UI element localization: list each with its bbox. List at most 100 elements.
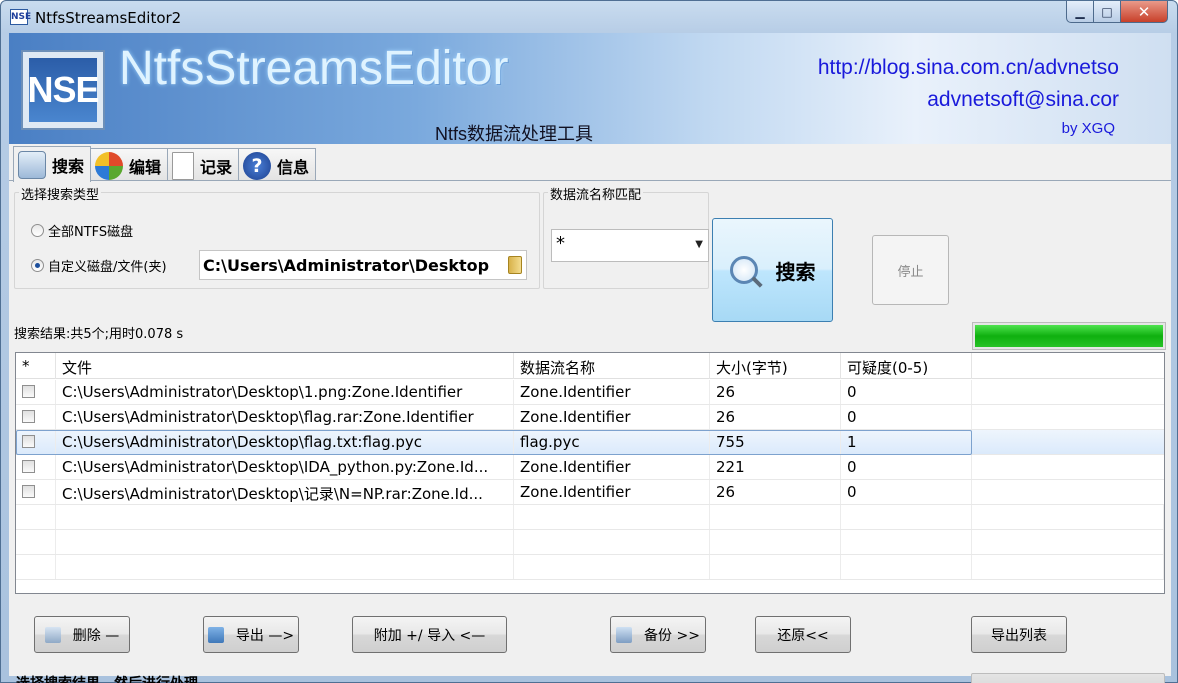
- logo-text: NSE: [27, 58, 100, 122]
- group-title: 数据流名称匹配: [548, 184, 644, 203]
- contact-email[interactable]: advnetsoft@sina.cor: [927, 88, 1119, 112]
- row-checkbox[interactable]: [22, 385, 35, 398]
- stream-name-combo[interactable]: * ▼: [551, 229, 709, 262]
- search-progress-bar: [972, 322, 1166, 350]
- stream-cell: Zone.Identifier: [514, 480, 710, 504]
- empty-cell: [972, 505, 1164, 529]
- tab-strip: 搜索 编辑 记录 ? 信息: [13, 146, 317, 182]
- title-bar[interactable]: NSE NtfsStreamsEditor2 ▁ □ ✕: [1, 1, 1177, 33]
- log-icon: [172, 151, 195, 180]
- suspicion-cell: 0: [841, 480, 972, 504]
- radio-button[interactable]: [31, 224, 44, 237]
- table-row[interactable]: C:\Users\Administrator\Desktop\记录\N=NP.r…: [16, 480, 1164, 505]
- row-checkbox[interactable]: [22, 410, 35, 423]
- selection-frame: [16, 430, 972, 455]
- tab-info[interactable]: ? 信息: [238, 148, 317, 182]
- button-label: 备份 >>: [644, 627, 700, 644]
- suspicion-cell: 0: [841, 455, 972, 479]
- size-cell: 26: [710, 405, 841, 429]
- edit-icon: [95, 151, 124, 180]
- blog-url[interactable]: http://blog.sina.com.cn/advnetso: [818, 56, 1119, 80]
- table-row[interactable]: C:\Users\Administrator\Desktop\flag.rar:…: [16, 405, 1164, 430]
- empty-cell: [972, 555, 1164, 579]
- tab-label: 信息: [277, 157, 310, 177]
- chevron-down-icon[interactable]: ▼: [695, 239, 703, 250]
- export-button[interactable]: 导出 —>: [203, 616, 299, 653]
- export-list-button[interactable]: 导出列表: [971, 616, 1067, 653]
- tab-edit[interactable]: 编辑: [90, 148, 169, 182]
- restore-button[interactable]: 还原<<: [755, 616, 851, 653]
- tab-log[interactable]: 记录: [167, 148, 240, 182]
- backup-button[interactable]: 备份 >>: [610, 616, 706, 653]
- close-button[interactable]: ✕: [1121, 1, 1168, 23]
- suspicion-cell: 0: [841, 405, 972, 429]
- column-header: [972, 353, 1164, 379]
- stream-cell: Zone.Identifier: [514, 405, 710, 429]
- row-checkbox-cell: [16, 380, 56, 404]
- file-cell: C:\Users\Administrator\Desktop\IDA_pytho…: [56, 455, 514, 479]
- radio-custom-path[interactable]: 自定义磁盘/文件(夹): [31, 256, 167, 275]
- app-subtitle: Ntfs数据流处理工具: [435, 124, 594, 144]
- combo-value: *: [556, 233, 565, 254]
- table-row[interactable]: C:\Users\Administrator\Desktop\1.png:Zon…: [16, 380, 1164, 405]
- tab-search[interactable]: 搜索: [13, 146, 92, 182]
- table-row[interactable]: C:\Users\Administrator\Desktop\flag.txt:…: [16, 430, 1164, 455]
- folder-icon[interactable]: [508, 256, 522, 274]
- magnifier-icon: [729, 256, 758, 284]
- size-cell: 221: [710, 455, 841, 479]
- attach-import-button[interactable]: 附加 +/ 导入 <—: [352, 616, 507, 653]
- app-name: NtfsStreamsEditor: [119, 42, 509, 95]
- empty-cell: [710, 530, 841, 554]
- empty-cell: [514, 505, 710, 529]
- search-type-group: 选择搜索类型 全部NTFS磁盘 自定义磁盘/文件(夹) C:\Users\Adm…: [14, 184, 540, 289]
- button-label: 导出 —>: [235, 627, 295, 644]
- app-icon: NSE: [10, 9, 31, 25]
- search-icon: [18, 150, 46, 179]
- progress-fill: [975, 325, 1163, 347]
- search-button-label: 搜索: [775, 259, 816, 284]
- column-header[interactable]: 数据流名称: [514, 353, 710, 379]
- maximize-button[interactable]: □: [1094, 1, 1121, 23]
- empty-cell: [841, 505, 972, 529]
- size-cell: 26: [710, 380, 841, 404]
- row-checkbox[interactable]: [22, 460, 35, 473]
- result-summary: 搜索结果:共5个;用时0.078 s: [14, 327, 184, 342]
- table-row[interactable]: C:\Users\Administrator\Desktop\IDA_pytho…: [16, 455, 1164, 480]
- empty-cell: [56, 555, 514, 579]
- tab-label: 记录: [200, 157, 233, 177]
- empty-row: [16, 555, 1164, 580]
- radio-label: 自定义磁盘/文件(夹): [48, 260, 167, 275]
- empty-cell: [56, 505, 514, 529]
- column-header[interactable]: 大小(字节): [710, 353, 841, 379]
- window-title: NtfsStreamsEditor2: [35, 9, 182, 27]
- row-checkbox[interactable]: [22, 485, 35, 498]
- status-progress-bar: [971, 673, 1165, 683]
- row-checkbox-cell: [16, 405, 56, 429]
- column-header[interactable]: 文件: [56, 353, 514, 379]
- radio-button[interactable]: [31, 259, 44, 272]
- empty-cell: [16, 530, 56, 554]
- row-checkbox-cell: [16, 455, 56, 479]
- path-input[interactable]: C:\Users\Administrator\Desktop: [199, 250, 527, 280]
- stop-button[interactable]: 停止: [872, 235, 949, 305]
- group-title: 选择搜索类型: [19, 184, 102, 203]
- search-panel: 选择搜索类型 全部NTFS磁盘 自定义磁盘/文件(夹) C:\Users\Adm…: [9, 180, 1171, 683]
- minimize-button[interactable]: ▁: [1066, 1, 1094, 23]
- file-cell: C:\Users\Administrator\Desktop\1.png:Zon…: [56, 380, 514, 404]
- button-label: 删除 —: [72, 627, 120, 644]
- empty-cell: [710, 555, 841, 579]
- empty-cell: [710, 505, 841, 529]
- status-text: 选择搜索结果，然后进行处理: [16, 673, 198, 683]
- client-area: NSE NtfsStreamsEditor http://blog.sina.c…: [9, 33, 1171, 683]
- empty-cell: [56, 530, 514, 554]
- search-button[interactable]: 搜索: [712, 218, 833, 322]
- empty-cell: [16, 505, 56, 529]
- column-header[interactable]: *: [16, 353, 56, 379]
- column-header[interactable]: 可疑度(0-5): [841, 353, 972, 379]
- delete-button[interactable]: 删除 —: [34, 616, 130, 653]
- author-credit: by XGQ: [1061, 120, 1115, 137]
- radio-all-ntfs[interactable]: 全部NTFS磁盘: [31, 221, 133, 240]
- size-cell: 26: [710, 480, 841, 504]
- results-table[interactable]: * 文件 数据流名称 大小(字节) 可疑度(0-5) C:\Users\Admi…: [15, 352, 1165, 594]
- filler-cell: [972, 430, 1164, 454]
